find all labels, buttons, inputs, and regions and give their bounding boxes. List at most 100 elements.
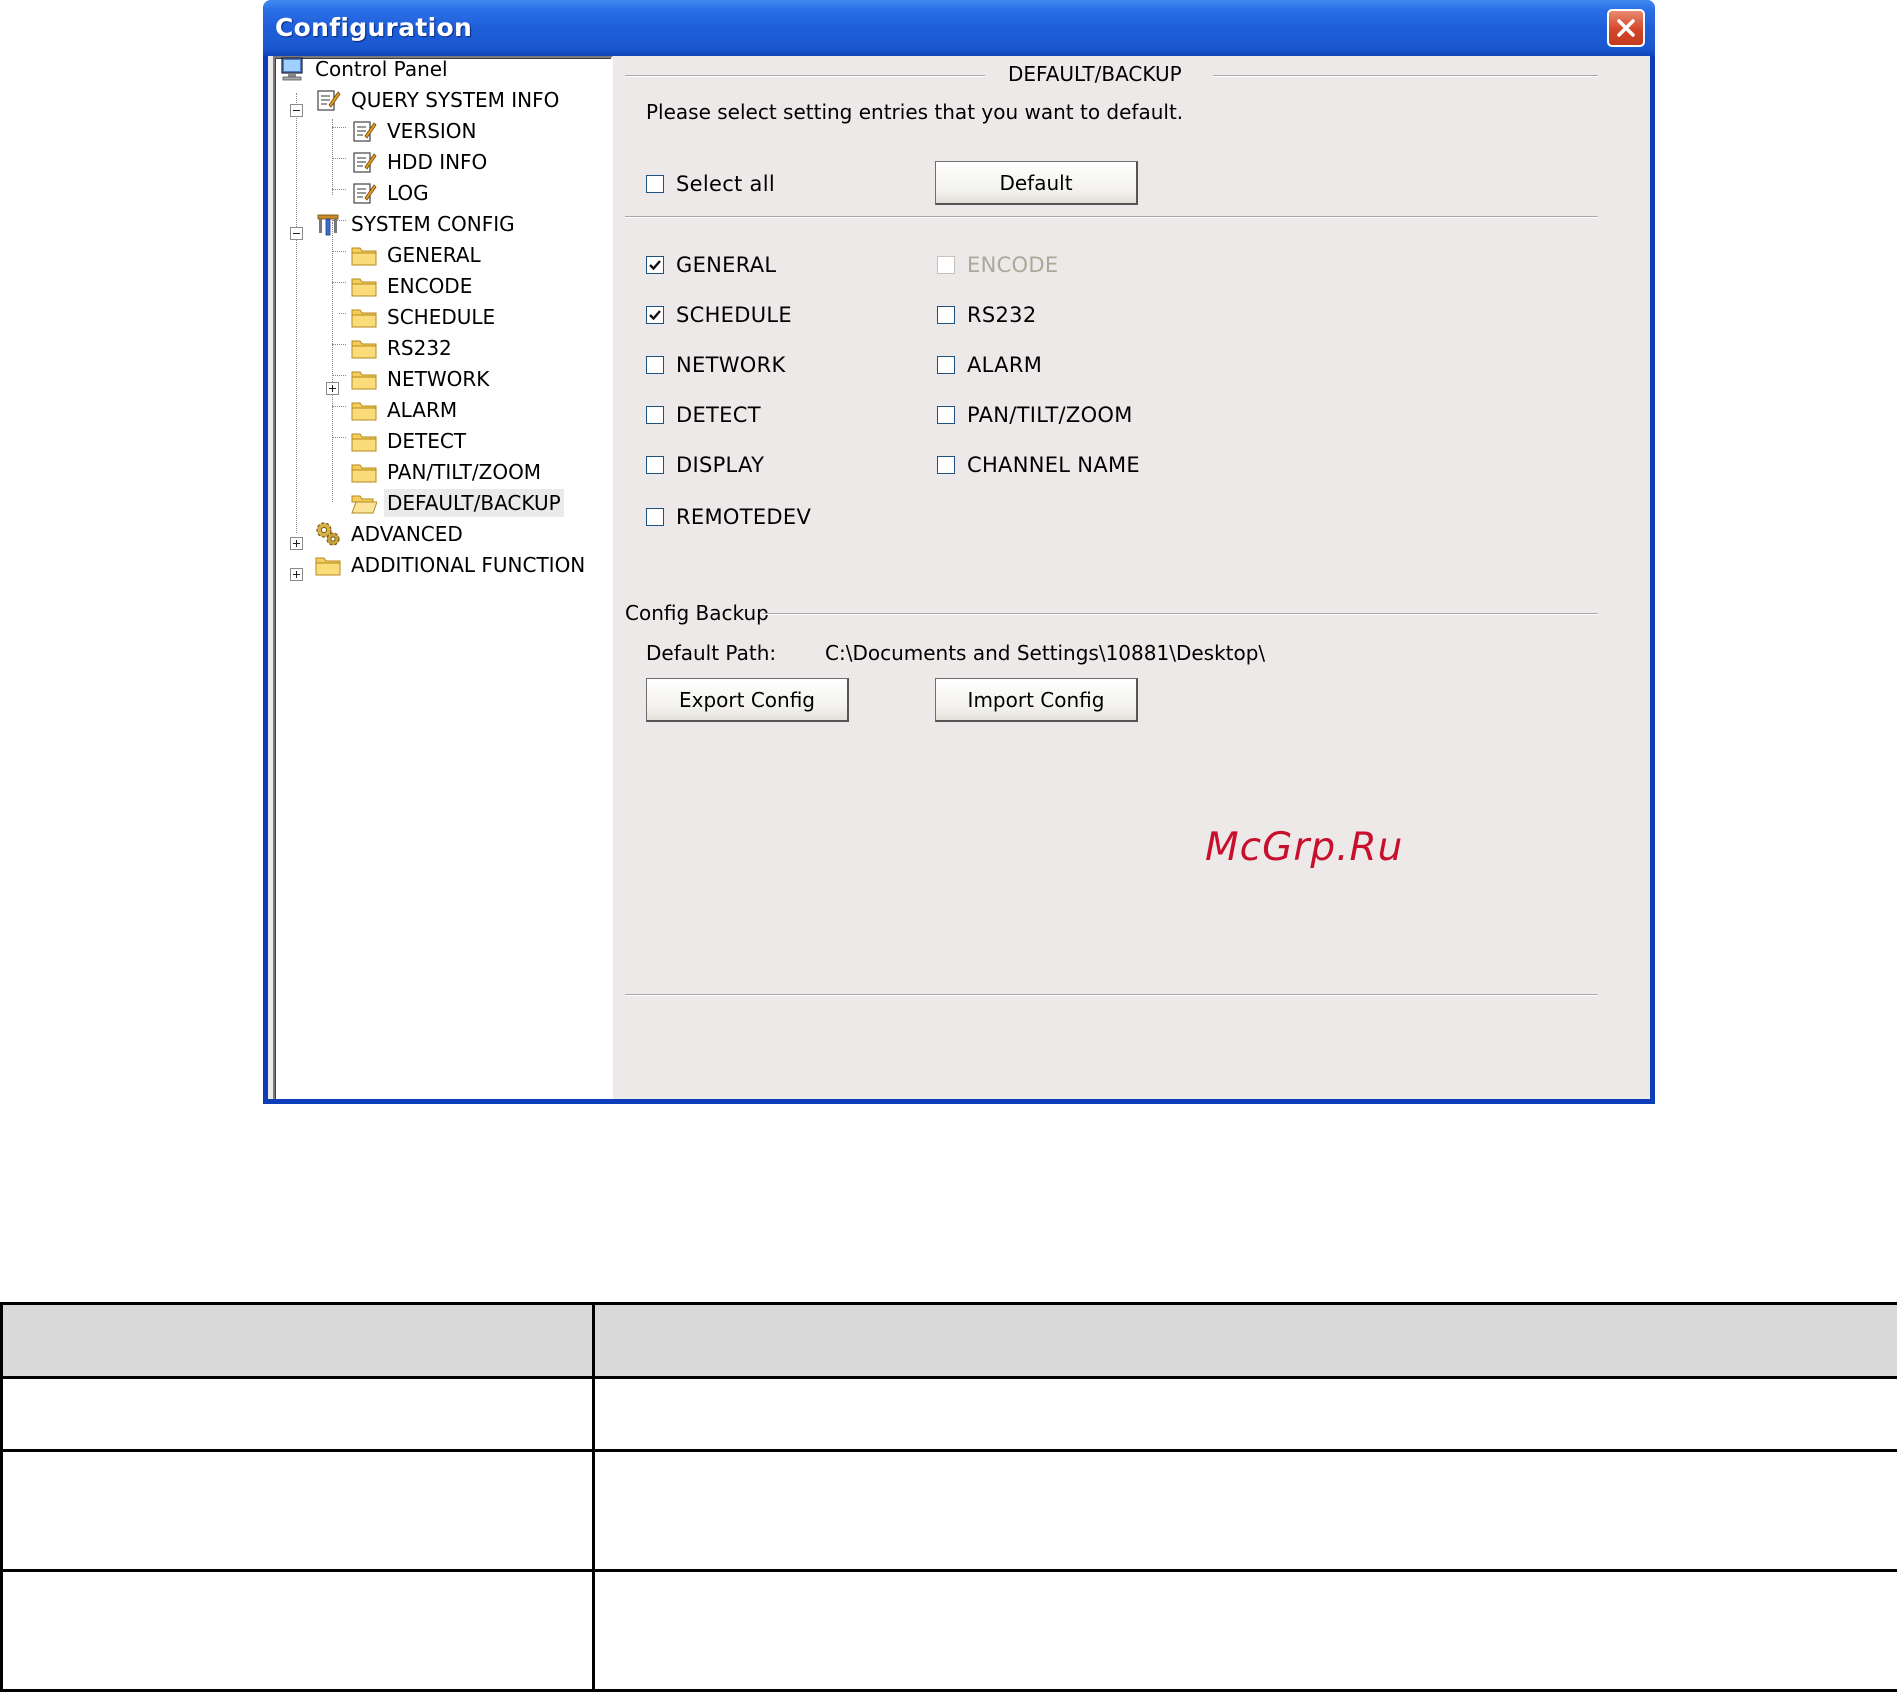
tree-label: DEFAULT/BACKUP bbox=[384, 489, 564, 517]
instruction-text: Please select setting entries that you w… bbox=[646, 100, 1183, 124]
expand-network[interactable] bbox=[326, 382, 339, 395]
default-path-label: Default Path: bbox=[646, 641, 776, 665]
watermark-text: McGrp.Ru bbox=[1205, 825, 1403, 870]
expand-additional-function[interactable] bbox=[290, 568, 303, 581]
checkbox-box bbox=[937, 256, 955, 274]
table-header-row bbox=[2, 1304, 1897, 1378]
entry-display-checkbox[interactable]: DISPLAY bbox=[646, 453, 764, 477]
checkbox-label: GENERAL bbox=[676, 253, 776, 277]
folder-icon bbox=[350, 365, 378, 393]
entry-encode-checkbox: ENCODE bbox=[937, 253, 1058, 277]
tree-label: DETECT bbox=[384, 427, 469, 455]
select-all-checkbox[interactable]: Select all bbox=[646, 172, 775, 196]
checkbox-label: REMOTEDEV bbox=[676, 505, 811, 529]
tree-label: ALARM bbox=[384, 396, 460, 424]
document-table bbox=[0, 1302, 1897, 1692]
checkbox-label: Select all bbox=[676, 172, 775, 196]
collapse-system-config[interactable] bbox=[290, 227, 303, 240]
title-bar[interactable]: Configuration bbox=[263, 0, 1655, 56]
checkmark-icon bbox=[647, 307, 663, 323]
export-config-button[interactable]: Export Config bbox=[646, 678, 849, 722]
tree-label: QUERY SYSTEM INFO bbox=[348, 86, 562, 114]
checkbox-box bbox=[646, 256, 664, 274]
table-cell bbox=[2, 1451, 594, 1571]
checkbox-box bbox=[937, 306, 955, 324]
table-header-cell bbox=[2, 1304, 594, 1378]
import-config-button[interactable]: Import Config bbox=[935, 678, 1138, 722]
tree-item-alarm[interactable]: ALARM bbox=[350, 394, 460, 425]
checkbox-label: ALARM bbox=[967, 353, 1042, 377]
tree-item-advanced[interactable]: ADVANCED bbox=[314, 518, 466, 549]
tree-item-detect[interactable]: DETECT bbox=[350, 425, 469, 456]
table-cell bbox=[2, 1378, 594, 1451]
expand-advanced[interactable] bbox=[290, 537, 303, 550]
tree-item-system-config[interactable]: SYSTEM CONFIG bbox=[314, 208, 518, 239]
default-path-value: C:\Documents and Settings\10881\Desktop\ bbox=[825, 641, 1265, 665]
computer-icon bbox=[278, 55, 306, 83]
default-button[interactable]: Default bbox=[935, 161, 1138, 205]
table-cell bbox=[594, 1451, 1897, 1571]
tree-item-version[interactable]: VERSION bbox=[350, 115, 480, 146]
checkbox-box bbox=[646, 456, 664, 474]
tree-item-encode[interactable]: ENCODE bbox=[350, 270, 475, 301]
checkmark-icon bbox=[647, 257, 663, 273]
entry-rs232-checkbox[interactable]: RS232 bbox=[937, 303, 1037, 327]
checkbox-box bbox=[646, 356, 664, 374]
tree-label: VERSION bbox=[384, 117, 480, 145]
tree-label: GENERAL bbox=[384, 241, 484, 269]
entry-alarm-checkbox[interactable]: ALARM bbox=[937, 353, 1042, 377]
folder-icon bbox=[350, 272, 378, 300]
tree-item-log[interactable]: LOG bbox=[350, 177, 432, 208]
folder-icon bbox=[350, 396, 378, 424]
open-folder-icon bbox=[350, 489, 378, 517]
entry-network-checkbox[interactable]: NETWORK bbox=[646, 353, 786, 377]
tree-item-pan-tilt-zoom[interactable]: PAN/TILT/ZOOM bbox=[350, 456, 544, 487]
checkbox-label: CHANNEL NAME bbox=[967, 453, 1140, 477]
tree-item-default-backup[interactable]: DEFAULT/BACKUP bbox=[350, 487, 564, 518]
tree-item-general[interactable]: GENERAL bbox=[350, 239, 484, 270]
edit-document-icon bbox=[314, 86, 342, 114]
tree-item-schedule[interactable]: SCHEDULE bbox=[350, 301, 498, 332]
entry-pan-tilt-zoom-checkbox[interactable]: PAN/TILT/ZOOM bbox=[937, 403, 1133, 427]
folder-icon bbox=[314, 551, 342, 579]
tree-label: ADVANCED bbox=[348, 520, 466, 548]
gears-icon bbox=[314, 520, 342, 548]
tree-item-hdd-info[interactable]: HDD INFO bbox=[350, 146, 490, 177]
folder-icon bbox=[350, 334, 378, 362]
tree-label: SYSTEM CONFIG bbox=[348, 210, 518, 238]
entry-remotedev-checkbox[interactable]: REMOTEDEV bbox=[646, 505, 811, 529]
tree-label: ENCODE bbox=[384, 272, 475, 300]
entry-channel-name-checkbox[interactable]: CHANNEL NAME bbox=[937, 453, 1140, 477]
edit-document-icon bbox=[350, 148, 378, 176]
checkbox-label: DETECT bbox=[676, 403, 761, 427]
tree-item-network[interactable]: NETWORK bbox=[350, 363, 492, 394]
table-row bbox=[2, 1451, 1897, 1571]
checkbox-box bbox=[646, 508, 664, 526]
folder-icon bbox=[350, 303, 378, 331]
collapse-query-system-info[interactable] bbox=[290, 104, 303, 117]
tree-label: SCHEDULE bbox=[384, 303, 498, 331]
close-icon bbox=[1616, 18, 1636, 38]
tools-icon bbox=[314, 210, 342, 238]
checkbox-label: SCHEDULE bbox=[676, 303, 792, 327]
tree-label: RS232 bbox=[384, 334, 455, 362]
checkbox-box bbox=[937, 356, 955, 374]
entry-schedule-checkbox[interactable]: SCHEDULE bbox=[646, 303, 792, 327]
window-client-area: Control Panel QUERY SYSTEM INFO bbox=[268, 56, 1650, 1099]
tree-item-rs232[interactable]: RS232 bbox=[350, 332, 455, 363]
folder-icon bbox=[350, 427, 378, 455]
checkbox-label: RS232 bbox=[967, 303, 1037, 327]
configuration-window: Configuration bbox=[263, 0, 1655, 1104]
window-title: Configuration bbox=[275, 13, 472, 42]
entry-general-checkbox[interactable]: GENERAL bbox=[646, 253, 776, 277]
tree-label: HDD INFO bbox=[384, 148, 490, 176]
tree-item-control-panel[interactable]: Control Panel bbox=[278, 53, 451, 84]
tree-item-additional-function[interactable]: ADDITIONAL FUNCTION bbox=[314, 549, 588, 580]
tree-label: PAN/TILT/ZOOM bbox=[384, 458, 544, 486]
entry-detect-checkbox[interactable]: DETECT bbox=[646, 403, 761, 427]
table-row bbox=[2, 1378, 1897, 1451]
navigation-tree: Control Panel QUERY SYSTEM INFO bbox=[273, 56, 613, 1099]
close-button[interactable] bbox=[1607, 9, 1645, 47]
table-cell bbox=[594, 1378, 1897, 1451]
tree-item-query-system-info[interactable]: QUERY SYSTEM INFO bbox=[314, 84, 562, 115]
